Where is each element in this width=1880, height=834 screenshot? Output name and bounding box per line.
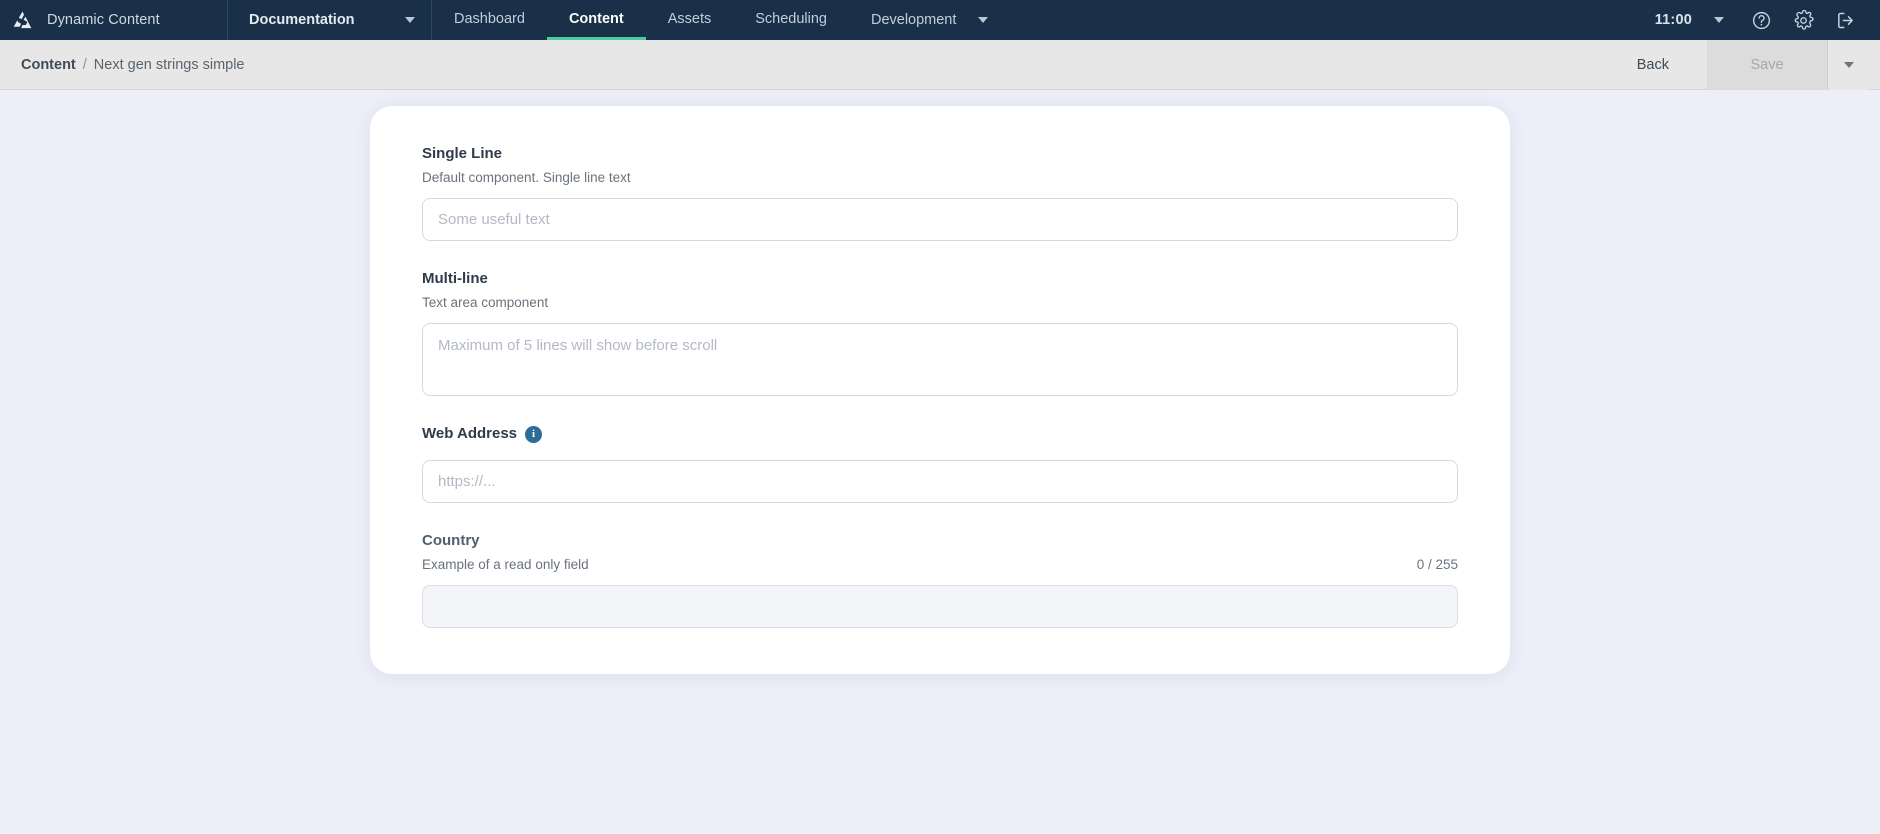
field-label-text: Country [422, 531, 480, 549]
chevron-down-icon [1714, 17, 1724, 23]
chevron-down-icon [405, 17, 415, 23]
info-icon[interactable]: i [525, 425, 543, 443]
field-label-text: Multi-line [422, 270, 488, 288]
tab-dashboard[interactable]: Dashboard [432, 0, 547, 40]
field-spacer [422, 513, 1458, 531]
save-button[interactable]: Save [1707, 39, 1827, 90]
field-label-text: Single Line [422, 145, 503, 162]
field-web-address: Web Address i [422, 424, 1458, 503]
field-desc-row-multi-line: Text area component [422, 294, 1458, 313]
brand-name: Dynamic Content [47, 12, 160, 28]
breadcrumb: Content / Next gen strings simple [21, 57, 245, 73]
top-navigation-bar: Dynamic Content Documentation Dashboard … [0, 0, 1880, 40]
field-label-single-line: Single Line [422, 144, 1458, 164]
content-form-card: Single Line Default component. Single li… [370, 106, 1510, 674]
save-options-button[interactable] [1827, 39, 1869, 90]
help-button[interactable] [1740, 0, 1782, 40]
clock-time: 11:00 [1654, 12, 1692, 28]
environment-selector-label: Development [870, 12, 957, 28]
field-description: Example of a read only field [422, 556, 589, 572]
sub-header-bar: Content / Next gen strings simple Back S… [0, 39, 1880, 90]
field-country: Country Example of a read only field 0 /… [422, 531, 1458, 628]
save-button-group: Save [1707, 39, 1869, 90]
field-label-web-address: Web Address i [422, 424, 1458, 444]
field-description: Default component. Single line text [422, 170, 631, 186]
breadcrumb-root[interactable]: Content [21, 57, 76, 73]
tab-assets[interactable]: Assets [646, 0, 734, 40]
help-icon [1751, 10, 1772, 31]
main-content-area: Single Line Default component. Single li… [0, 90, 1880, 834]
chevron-down-icon [978, 17, 989, 23]
repository-selector-label: Documentation [249, 12, 355, 28]
logout-icon [1835, 10, 1856, 31]
field-desc-row-country: Example of a read only field 0 / 255 [422, 556, 1458, 575]
clock-selector[interactable]: 11:00 [1639, 12, 1740, 28]
repository-selector[interactable]: Documentation [228, 0, 432, 40]
web-address-input[interactable] [422, 459, 1458, 503]
single-line-input[interactable] [422, 198, 1458, 242]
field-label-country: Country [422, 531, 1458, 551]
settings-button[interactable] [1782, 0, 1824, 40]
breadcrumb-current: Next gen strings simple [93, 56, 245, 73]
tab-content[interactable]: Content [546, 0, 646, 40]
chevron-down-icon [1843, 61, 1854, 68]
field-spacer [422, 406, 1458, 424]
back-button[interactable]: Back [1627, 51, 1679, 79]
gear-icon [1793, 9, 1814, 31]
nav-right-actions: 11:00 [1639, 0, 1880, 40]
multi-line-textarea[interactable] [422, 323, 1458, 397]
environment-selector[interactable]: Development [849, 0, 1010, 40]
field-description: Text area component [422, 295, 549, 311]
logout-button[interactable] [1824, 0, 1866, 40]
field-label-text: Web Address [422, 425, 518, 443]
breadcrumb-separator: / [82, 56, 87, 73]
character-counter: 0 / 255 [1416, 556, 1458, 572]
field-label-multi-line: Multi-line [422, 269, 1458, 289]
field-multi-line: Multi-line Text area component [422, 269, 1458, 397]
amplience-triangle-logo-icon [11, 9, 34, 32]
field-desc-row-single-line: Default component. Single line text [422, 169, 1458, 188]
primary-tabs: Dashboard Content Assets Scheduling [432, 0, 849, 40]
brand-area[interactable]: Dynamic Content [0, 0, 228, 40]
country-input[interactable] [422, 584, 1458, 628]
field-spacer [422, 251, 1458, 269]
tab-scheduling[interactable]: Scheduling [733, 0, 849, 40]
field-single-line: Single Line Default component. Single li… [422, 144, 1458, 242]
